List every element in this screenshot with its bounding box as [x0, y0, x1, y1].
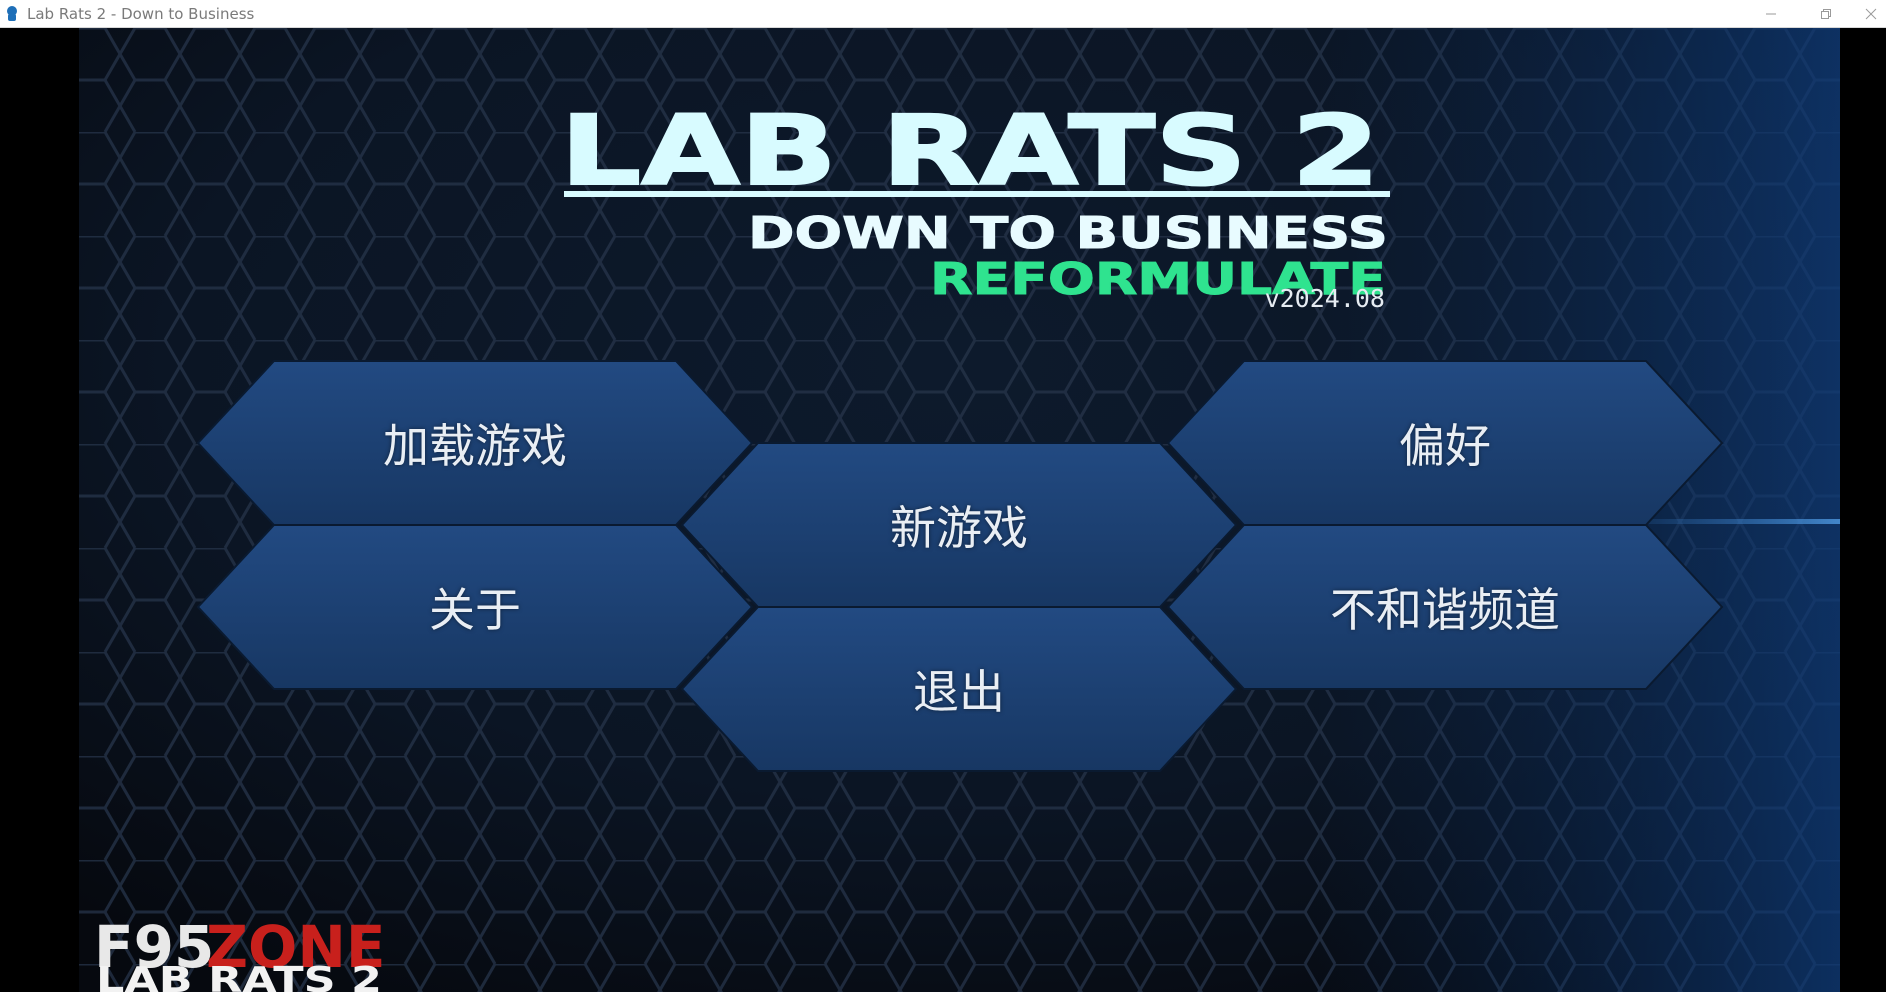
- watermark-labrats: LAB RATS 2: [96, 960, 382, 992]
- about-button[interactable]: 关于: [196, 524, 754, 690]
- logo-title: LAB RATS 2: [560, 95, 1380, 207]
- new-game-label: 新游戏: [890, 501, 1028, 555]
- discord-button[interactable]: 不和谐频道: [1166, 524, 1724, 690]
- preferences-button[interactable]: 偏好: [1166, 360, 1724, 526]
- load-game-button[interactable]: 加载游戏: [196, 360, 754, 526]
- load-game-label: 加载游戏: [383, 419, 567, 473]
- close-button[interactable]: [1855, 0, 1886, 28]
- logo-subtitle: DOWN TO BUSINESS: [748, 208, 1388, 259]
- f95zone-watermark-logo: F95 ZONE LAB RATS 2: [94, 913, 386, 992]
- window-titlebar: Lab Rats 2 - Down to Business: [0, 0, 1886, 28]
- minimize-button[interactable]: [1748, 0, 1794, 28]
- window-title: Lab Rats 2 - Down to Business: [27, 5, 255, 23]
- game-screen: LAB RATS 2 DOWN TO BUSINESS REFORMULATE …: [0, 28, 1886, 992]
- minimize-icon: [1766, 13, 1776, 15]
- discord-label: 不和谐频道: [1330, 583, 1560, 637]
- version-label: v2024.08: [1264, 284, 1385, 313]
- quit-label: 退出: [913, 665, 1005, 719]
- new-game-button[interactable]: 新游戏: [680, 442, 1238, 608]
- preferences-label: 偏好: [1399, 419, 1491, 473]
- close-icon: [1865, 8, 1876, 20]
- restore-button[interactable]: [1803, 0, 1849, 28]
- about-label: 关于: [429, 583, 521, 637]
- restore-icon: [1821, 9, 1831, 19]
- quit-button[interactable]: 退出: [680, 606, 1238, 772]
- app-icon: [7, 6, 17, 21]
- logo-underline: [564, 191, 1390, 197]
